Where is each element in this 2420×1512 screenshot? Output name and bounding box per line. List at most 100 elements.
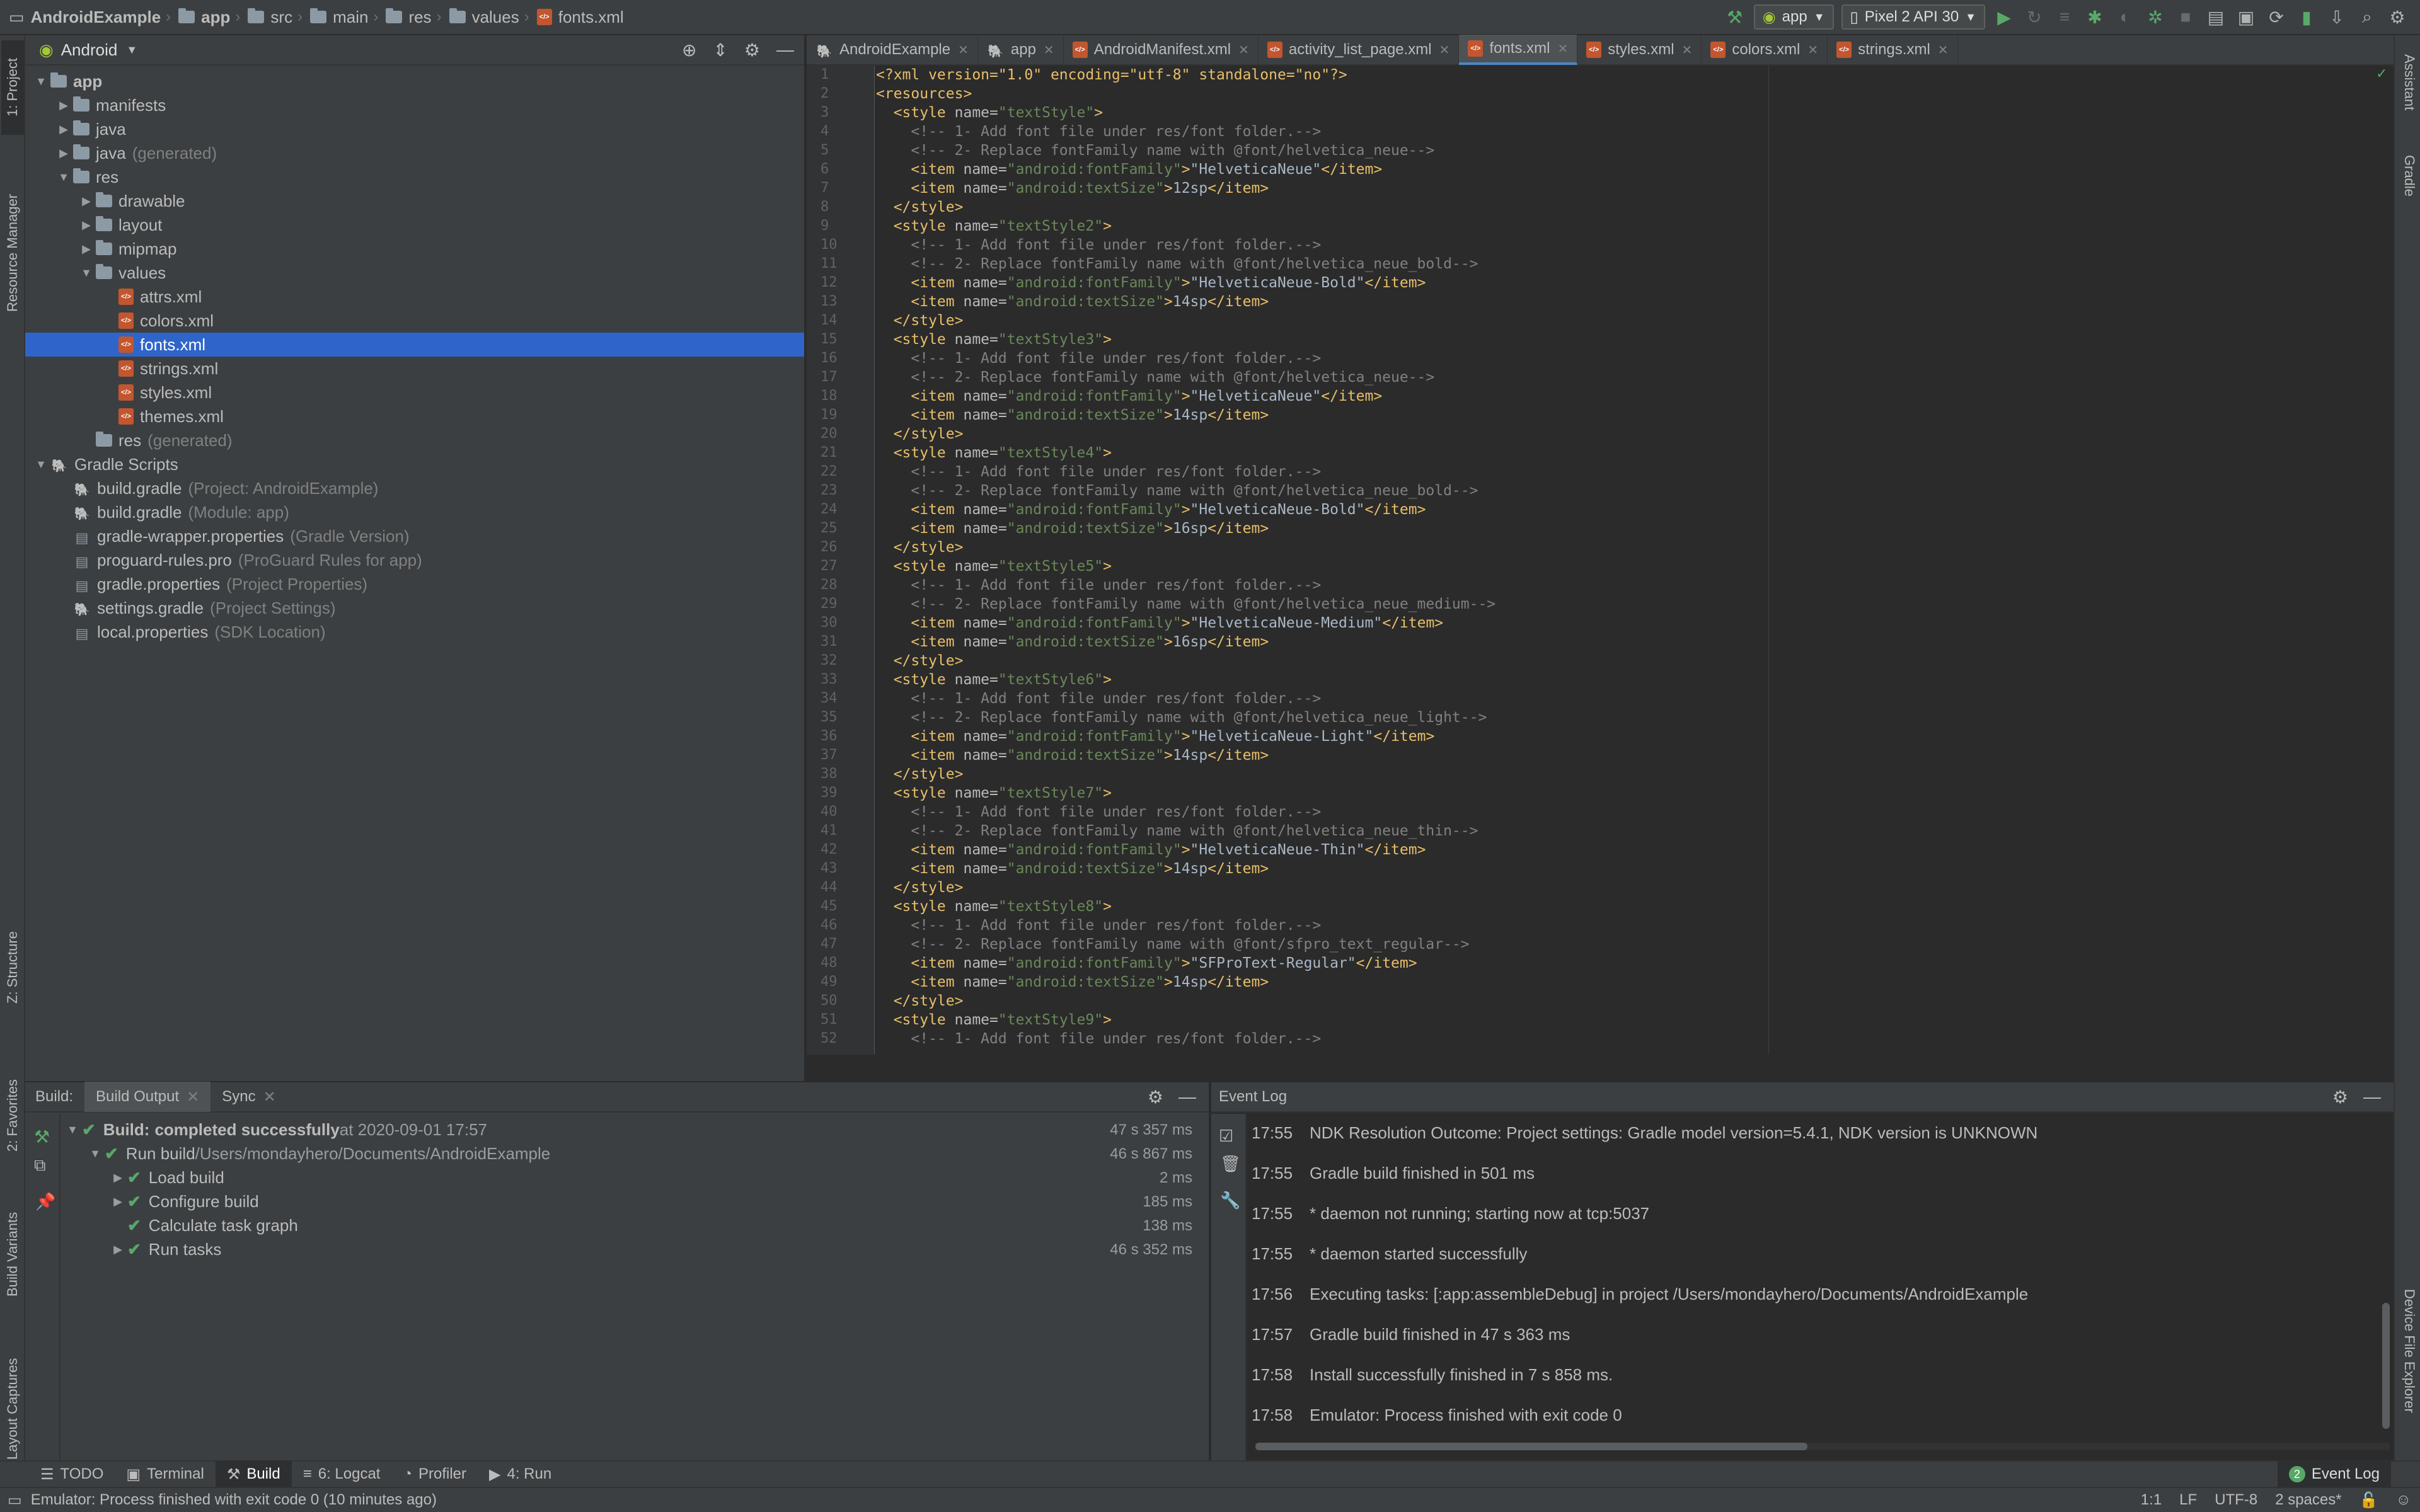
build-variants-tool-tab[interactable]: Build Variants xyxy=(1,1182,24,1327)
tree-item[interactable]: 🐘 build.gradle (Module: app) xyxy=(25,500,804,524)
inspector-icon[interactable]: ☺ xyxy=(2395,1491,2411,1509)
tree-item[interactable]: 🐘 build.gradle (Project: AndroidExample) xyxy=(25,476,804,500)
tree-item[interactable]: ▶ drawable xyxy=(25,189,804,213)
close-icon[interactable]: ✕ xyxy=(1807,42,1818,58)
apply-changes-icon[interactable]: ≡ xyxy=(2053,6,2076,28)
close-icon[interactable]: ✕ xyxy=(1439,42,1450,58)
expand-right-icon[interactable]: ▶ xyxy=(54,147,73,160)
expand-right-icon[interactable]: ▶ xyxy=(54,99,73,112)
layout-inspector-icon[interactable]: ▣ xyxy=(2235,6,2257,28)
breadcrumb-item[interactable]: app xyxy=(178,8,230,27)
build-tree-row[interactable]: ✔ Calculate task graph xyxy=(108,1213,298,1237)
attach-debugger-icon[interactable]: ✲ xyxy=(2144,6,2167,28)
profile-icon[interactable]: ◐ xyxy=(2114,6,2136,28)
build-tree-row[interactable]: ▼ ✔ Build: completed successfully at 2020-0… xyxy=(63,1118,487,1142)
breadcrumb-item[interactable]: src xyxy=(248,8,292,27)
expand-down-icon[interactable]: ▼ xyxy=(54,171,73,184)
expand-right-icon[interactable]: ▶ xyxy=(77,243,96,256)
expand-right-icon[interactable]: ▶ xyxy=(54,123,73,136)
close-icon[interactable]: ✕ xyxy=(1682,42,1693,58)
gear-icon[interactable]: ⚙ xyxy=(744,40,760,60)
caret-position[interactable]: 1:1 xyxy=(2141,1491,2162,1509)
expand-down-icon[interactable]: ▼ xyxy=(86,1147,105,1160)
hide-icon[interactable]: — xyxy=(2363,1087,2381,1107)
vscroll-thumb[interactable] xyxy=(2382,1303,2390,1429)
tree-item[interactable]: ▼ 🐘 Gradle Scripts xyxy=(25,452,804,476)
tool-tab[interactable]: ▶ 4: Run xyxy=(478,1461,563,1487)
tree-item[interactable]: ▶ manifests xyxy=(25,93,804,117)
sdk-manager-icon[interactable]: ⇩ xyxy=(2325,6,2348,28)
close-icon[interactable]: ✕ xyxy=(958,42,969,58)
editor-tab[interactable]: </> strings.xml ✕ xyxy=(1828,35,1958,65)
editor-error-stripe[interactable]: ✓ xyxy=(2373,66,2392,1055)
breadcrumb-item[interactable]: res xyxy=(386,8,432,27)
editor-tab[interactable]: </> activity_list_page.xml ✕ xyxy=(1259,35,1460,65)
gradle-tool-tab[interactable]: Gradle xyxy=(2399,155,2417,197)
tool-tab[interactable]: ▣ Terminal xyxy=(115,1461,215,1487)
sync-gradle-icon[interactable]: ⟳ xyxy=(2265,6,2288,28)
assistant-tool-tab[interactable]: Assistant xyxy=(2399,54,2417,110)
expand-down-icon[interactable]: ▼ xyxy=(63,1123,82,1137)
tool-tab[interactable]: ≡ 6: Logcat xyxy=(292,1461,392,1487)
expand-down-icon[interactable]: ▼ xyxy=(32,458,50,471)
tree-item[interactable]: ▤ proguard-rules.pro (ProGuard Rules for a… xyxy=(25,548,804,572)
trash-icon[interactable]: 🗑 xyxy=(1220,1154,1241,1174)
line-separator[interactable]: LF xyxy=(2179,1491,2197,1509)
pin-icon[interactable]: 📌 xyxy=(35,1192,55,1211)
tree-item[interactable]: </> themes.xml xyxy=(25,404,804,428)
breadcrumb-item[interactable]: values xyxy=(449,8,519,27)
gear-icon[interactable]: ⚙ xyxy=(1148,1087,1163,1108)
run-icon[interactable]: ▶ xyxy=(1993,6,2015,28)
tree-item[interactable]: </> colors.xml xyxy=(25,309,804,333)
tree-item[interactable]: ▶ java (generated) xyxy=(25,141,804,165)
tree-item[interactable]: ▶ layout xyxy=(25,213,804,237)
close-icon[interactable]: ✕ xyxy=(1044,42,1054,58)
hscroll-thumb[interactable] xyxy=(1255,1443,1807,1450)
tree-item[interactable]: ▤ gradle-wrapper.properties (Gradle Versio… xyxy=(25,524,804,548)
expand-right-icon[interactable]: ▶ xyxy=(108,1195,127,1208)
close-icon[interactable]: ✕ xyxy=(1557,41,1568,57)
editor-tab[interactable]: </> styles.xml ✕ xyxy=(1577,35,1702,65)
editor-tab[interactable]: 🐘 app ✕ xyxy=(978,35,1064,65)
project-structure-icon[interactable]: ▤ xyxy=(2204,6,2227,28)
tool-tab[interactable]: ◔ Profiler xyxy=(391,1461,478,1487)
gear-icon[interactable]: ⚙ xyxy=(2332,1087,2348,1108)
close-icon[interactable]: ✕ xyxy=(1238,42,1249,58)
tree-item[interactable]: </> strings.xml xyxy=(25,357,804,381)
wrench-icon[interactable]: 🔧 xyxy=(1220,1191,1240,1210)
tree-item[interactable]: </> attrs.xml xyxy=(25,285,804,309)
project-view-select[interactable]: Android xyxy=(61,40,118,60)
mark-read-icon[interactable]: ☑ xyxy=(1219,1126,1233,1146)
hammer-icon[interactable]: ⚒ xyxy=(34,1126,50,1147)
code-editor[interactable]: <?xml version="1.0" encoding="utf-8" sta… xyxy=(876,66,2392,1055)
expand-down-icon[interactable]: ▼ xyxy=(32,75,50,88)
expand-down-icon[interactable]: ▼ xyxy=(77,266,96,280)
breadcrumb-item[interactable]: main xyxy=(310,8,368,27)
tool-tab[interactable]: ☰ TODO xyxy=(29,1461,115,1487)
editor-tab[interactable]: </> AndroidManifest.xml ✕ xyxy=(1064,35,1259,65)
device-select[interactable]: ▯ Pixel 2 API 30 ▼ xyxy=(1841,4,1985,30)
tree-item[interactable]: </> styles.xml xyxy=(25,381,804,404)
lock-icon[interactable]: 🔓 xyxy=(2360,1491,2378,1509)
tree-item[interactable]: ▶ mipmap xyxy=(25,237,804,261)
editor-tab[interactable]: </> colors.xml ✕ xyxy=(1702,35,1828,65)
locate-icon[interactable]: ⊕ xyxy=(682,40,696,60)
collapse-all-icon[interactable]: ⇕ xyxy=(713,40,727,60)
event-log-hscroll[interactable] xyxy=(1255,1443,2390,1450)
build-tree-row[interactable]: ▼ ✔ Run build /Users/mondayhero/Documents/… xyxy=(86,1142,550,1166)
breadcrumb-item[interactable]: ▭ AndroidExample xyxy=(9,8,161,27)
file-encoding[interactable]: UTF-8 xyxy=(2215,1491,2257,1509)
stop-icon[interactable]: ■ xyxy=(2174,6,2197,28)
tab-sync[interactable]: Sync ✕ xyxy=(210,1082,287,1112)
structure-tool-tab[interactable]: Z: Structure xyxy=(1,905,24,1031)
settings-icon[interactable]: ⚙ xyxy=(2386,6,2409,28)
device-file-explorer-tool-tab[interactable]: Device File Explorer xyxy=(2399,1289,2417,1413)
chevron-down-icon[interactable]: ▼ xyxy=(126,43,137,57)
debug-icon[interactable]: ✱ xyxy=(2083,6,2106,28)
close-icon[interactable]: ✕ xyxy=(1938,42,1949,58)
expand-right-icon[interactable]: ▶ xyxy=(77,219,96,232)
expand-right-icon[interactable]: ▶ xyxy=(108,1243,127,1256)
hide-icon[interactable]: — xyxy=(776,40,794,60)
tree-item[interactable]: res (generated) xyxy=(25,428,804,452)
tree-item[interactable]: ▼ values xyxy=(25,261,804,285)
